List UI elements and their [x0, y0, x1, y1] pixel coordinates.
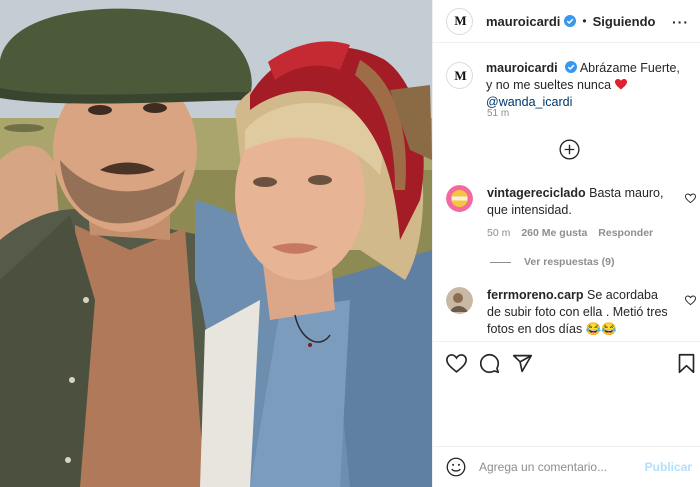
instagram-post: M mauroicardi • Siguiendo ··· M mauroica…	[0, 0, 700, 487]
replies-divider	[490, 261, 511, 263]
post-actions	[433, 341, 700, 384]
caption-avatar[interactable]: M	[446, 62, 473, 89]
view-replies-label: Ver respuestas (9)	[524, 256, 615, 268]
comment-body: ferrmoreno.carp Se acordaba de subir fot…	[487, 287, 673, 338]
caption-body: mauroicardi Abrázame Fuerte, y no me sue…	[486, 60, 686, 111]
caption-username[interactable]: mauroicardi	[486, 61, 558, 75]
bookmark-icon[interactable]	[676, 353, 697, 374]
comment-input[interactable]	[479, 460, 644, 474]
post-side-panel: M mauroicardi • Siguiendo ··· M mauroica…	[432, 0, 700, 487]
comment-icon[interactable]	[479, 353, 500, 374]
publish-button[interactable]: Publicar	[645, 460, 692, 474]
post-photo[interactable]	[0, 0, 432, 487]
comment-item: vintagereciclado Basta mauro, que intens…	[446, 185, 700, 219]
vintage-avatar-image	[446, 185, 473, 212]
comment-like-heart-icon[interactable]	[685, 193, 696, 204]
comment-time[interactable]: 50 m	[487, 227, 510, 239]
more-options-icon[interactable]: ···	[672, 14, 689, 30]
author-avatar[interactable]: M	[446, 7, 473, 35]
caption-mention[interactable]: @wanda_icardi	[486, 95, 572, 109]
author-username[interactable]: mauroicardi	[486, 14, 560, 29]
verified-badge-icon	[564, 15, 577, 27]
post-header: M mauroicardi • Siguiendo ···	[433, 0, 700, 43]
comment-meta: 50 m 260 Me gusta Responder	[487, 227, 664, 239]
commenter-avatar[interactable]	[446, 287, 473, 314]
post-caption: M mauroicardi Abrázame Fuerte, y no me s…	[446, 60, 691, 111]
view-replies-button[interactable]: Ver respuestas (9)	[490, 256, 614, 268]
avatar-monogram: M	[454, 13, 466, 28]
commenter-avatar[interactable]	[446, 185, 473, 212]
caption-avatar-monogram: M	[454, 67, 466, 83]
comment-likes[interactable]: 260 Me gusta	[521, 227, 587, 239]
ferrmoreno-avatar-image	[446, 287, 473, 314]
heart-icon[interactable]	[446, 353, 467, 374]
caption-verified-badge-icon	[565, 61, 578, 73]
plus-circle-icon[interactable]	[559, 139, 580, 160]
send-icon[interactable]	[512, 353, 533, 374]
comment-body: vintagereciclado Basta mauro, que intens…	[487, 185, 673, 219]
header-separator: •	[582, 14, 587, 28]
red-heart-emoji-icon	[614, 79, 627, 90]
comment-username[interactable]: ferrmoreno.carp	[487, 288, 584, 302]
comment-item: ferrmoreno.carp Se acordaba de subir fot…	[446, 287, 700, 338]
reply-button[interactable]: Responder	[598, 227, 653, 239]
following-button[interactable]: Siguiendo	[593, 14, 656, 29]
caption-time[interactable]: 51 m	[487, 108, 509, 119]
emoji-icon[interactable]	[446, 457, 466, 477]
comment-username[interactable]: vintagereciclado	[487, 186, 586, 200]
comment-like-heart-icon[interactable]	[685, 295, 696, 306]
comment-composer: Publicar	[433, 446, 700, 487]
selfie-image	[0, 0, 432, 487]
